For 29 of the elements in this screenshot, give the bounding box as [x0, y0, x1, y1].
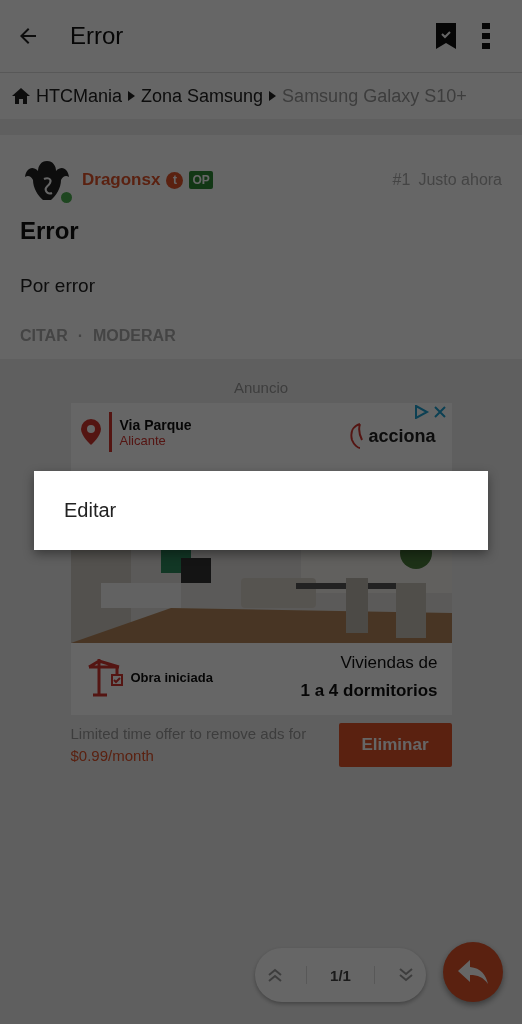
chevron-up-icon[interactable] [266, 968, 283, 982]
chevron-icon [128, 91, 136, 101]
reply-button[interactable] [443, 942, 503, 1002]
ad-choices-icon[interactable] [413, 405, 448, 419]
ad-subheadline: 1 a 4 dormitorios [300, 681, 438, 701]
brand-name: acciona [368, 425, 436, 447]
pin-icon [80, 419, 101, 445]
more-icon[interactable] [482, 23, 490, 49]
post-body: Por error [20, 275, 96, 297]
ad-headline: Viviendas de [339, 653, 438, 673]
screen-title: Error [70, 22, 125, 50]
separator-dot: · [77, 327, 84, 345]
crane-icon [86, 657, 125, 697]
breadcrumb-link[interactable]: Zona Samsung [141, 85, 264, 107]
post-title: Error [20, 217, 80, 245]
ad-city: Alicante [119, 432, 166, 448]
op-badge: OP [189, 171, 213, 189]
remove-ads-button[interactable]: Eliminar [338, 723, 452, 767]
rank-badge: t [166, 171, 184, 189]
home-icon[interactable] [12, 88, 30, 104]
bookmark-icon[interactable] [436, 23, 456, 49]
breadcrumb-link[interactable]: HTCMania [36, 85, 123, 107]
chevron-down-icon[interactable] [398, 968, 415, 982]
ad-status: Obra iniciada [130, 669, 213, 685]
page-indicator: 1/1 [330, 966, 351, 984]
chevron-icon [269, 91, 277, 101]
reply-icon [458, 960, 488, 984]
ad-location: Via Parque [119, 416, 192, 433]
author-name[interactable]: Dragonsx [82, 170, 161, 190]
